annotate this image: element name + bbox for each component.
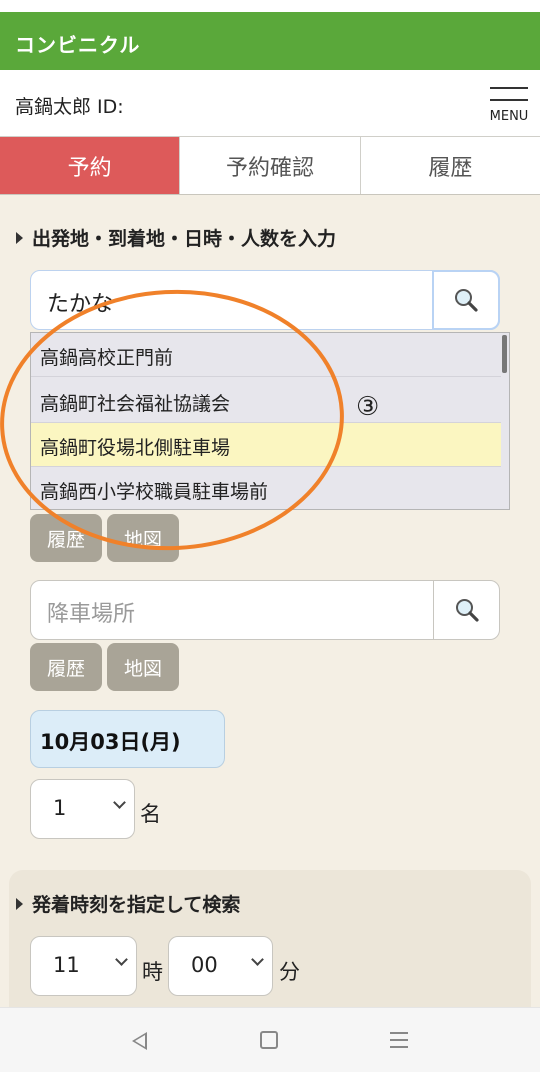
dropdown-scrollbar[interactable]	[502, 335, 507, 373]
user-id-label: 高鍋太郎 ID:	[15, 96, 124, 118]
suggestion-item[interactable]: 高鍋高校正門前	[31, 333, 501, 377]
arrival-search: 降車場所	[30, 580, 500, 640]
section-title-input: 出発地・到着地・日時・人数を入力	[16, 224, 336, 251]
search-icon	[455, 289, 478, 312]
departure-map-button[interactable]: 地図	[107, 514, 179, 562]
arrival-input[interactable]: 降車場所	[47, 596, 135, 628]
app-title: コンビニクル	[15, 33, 141, 57]
tab-reservation-check[interactable]: 予約確認	[179, 137, 359, 194]
tab-history[interactable]: 履歴	[359, 137, 540, 194]
people-select[interactable]: 1	[30, 779, 135, 839]
arrival-map-button[interactable]: 地図	[107, 643, 179, 691]
menu-label: MENU	[489, 109, 529, 124]
suggestion-item[interactable]: 高鍋西小学校職員駐車場前	[31, 467, 501, 511]
hamburger-icon	[490, 87, 528, 89]
date-picker[interactable]: 10月03日(月)	[30, 710, 225, 768]
home-icon[interactable]	[260, 1031, 278, 1049]
arrival-search-button[interactable]	[433, 581, 499, 639]
hour-value: 11	[53, 953, 80, 977]
triangle-icon	[16, 898, 23, 910]
suggestion-dropdown: 高鍋高校正門前 高鍋町社会福祉協議会 高鍋町役場北側駐車場 高鍋西小学校職員駐車…	[30, 332, 510, 510]
triangle-icon	[16, 232, 23, 244]
departure-history-button[interactable]: 履歴	[30, 514, 102, 562]
hour-unit: 時	[142, 960, 163, 984]
system-nav-bar	[0, 1007, 540, 1072]
suggestion-item[interactable]: 高鍋町社会福祉協議会	[31, 379, 501, 423]
minute-unit: 分	[279, 960, 300, 984]
chevron-down-icon	[251, 953, 264, 966]
section-title-text: 発着時刻を指定して検索	[32, 894, 241, 916]
tab-bar: 予約 予約確認 履歴	[0, 137, 540, 195]
app-header: コンビニクル	[0, 12, 540, 70]
people-unit: 名	[140, 802, 161, 826]
section-title-time: 発着時刻を指定して検索	[16, 890, 240, 917]
arrival-history-button[interactable]: 履歴	[30, 643, 102, 691]
section-title-text: 出発地・到着地・日時・人数を入力	[32, 228, 337, 250]
hour-select[interactable]: 11	[30, 936, 137, 996]
back-icon[interactable]	[132, 1032, 147, 1050]
minute-value: 00	[191, 953, 218, 977]
user-bar: 高鍋太郎 ID: MENU	[0, 70, 540, 137]
departure-search: たかな	[30, 270, 500, 330]
chevron-down-icon	[113, 796, 126, 809]
departure-search-button[interactable]	[432, 270, 500, 330]
search-icon	[455, 599, 479, 622]
departure-input[interactable]: たかな	[47, 286, 113, 318]
chevron-down-icon	[115, 953, 128, 966]
annotation-number: ③	[356, 392, 380, 422]
minute-select[interactable]: 00	[168, 936, 273, 996]
menu-button[interactable]: MENU	[486, 87, 532, 127]
recent-apps-icon[interactable]	[390, 1032, 408, 1048]
suggestion-item-highlighted[interactable]: 高鍋町役場北側駐車場	[31, 423, 501, 467]
tab-reservation[interactable]: 予約	[0, 137, 180, 194]
status-strip	[0, 0, 540, 12]
people-value: 1	[53, 796, 67, 820]
hamburger-icon-bar	[490, 99, 528, 101]
